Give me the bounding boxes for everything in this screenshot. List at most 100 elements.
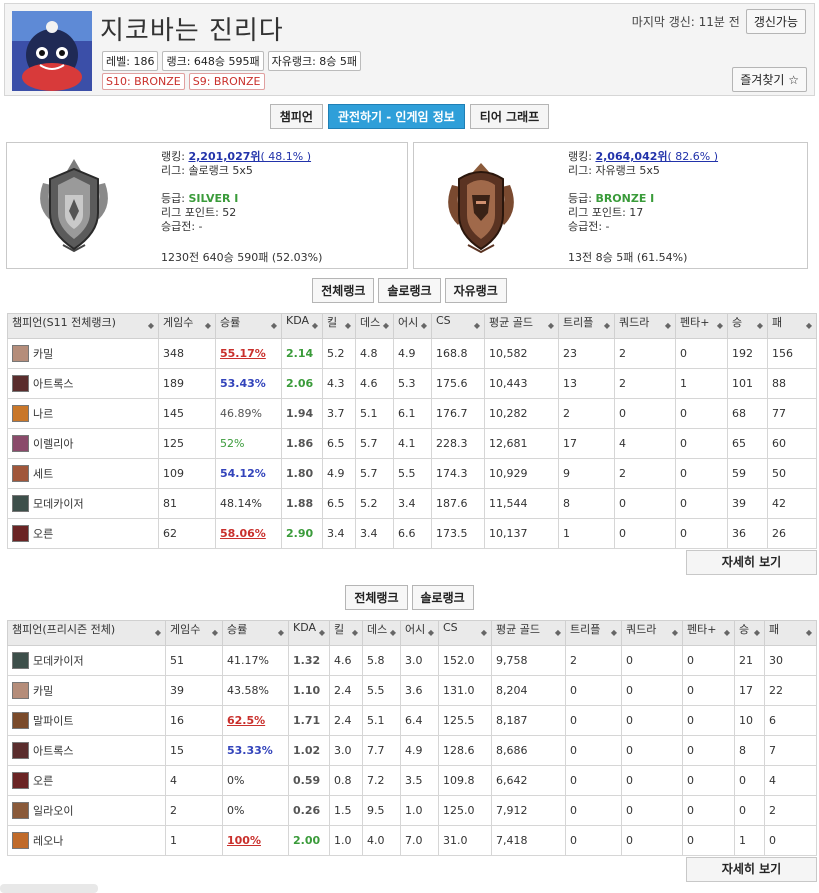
sort-icon[interactable]: ◆ bbox=[278, 622, 284, 645]
champion-cell[interactable]: 아트록스 bbox=[7, 735, 166, 766]
sort-icon[interactable]: ◆ bbox=[312, 315, 318, 338]
column-header[interactable]: 쿼드라 ◆ bbox=[614, 313, 676, 339]
column-header[interactable]: 데스 ◆ bbox=[355, 313, 394, 339]
sort-icon[interactable]: ◆ bbox=[212, 622, 218, 645]
tab-solo-rank[interactable]: 솔로랭크 bbox=[378, 278, 441, 303]
champion-cell[interactable]: 오른 bbox=[7, 518, 159, 549]
sort-icon[interactable]: ◆ bbox=[390, 622, 396, 645]
column-header[interactable]: CS ◆ bbox=[431, 313, 485, 339]
column-header[interactable]: 킬 ◆ bbox=[322, 313, 356, 339]
table-row[interactable]: 일라오이 2 0% 0.26 1.5 9.5 1.0 125.0 7,912 0 0 0 0 2 bbox=[7, 795, 817, 826]
table-row[interactable]: 카밀 39 43.58% 1.10 2.4 5.5 3.6 131.0 8,204 0 0 0 17 22 bbox=[7, 675, 817, 706]
column-header[interactable]: 승률 ◆ bbox=[222, 620, 289, 646]
column-header[interactable]: 승 ◆ bbox=[727, 313, 768, 339]
refresh-button[interactable]: 갱신가능 bbox=[745, 9, 806, 34]
more-button-preseason[interactable]: 자세히 보기 bbox=[686, 857, 817, 882]
sort-icon[interactable]: ◆ bbox=[611, 622, 617, 645]
sort-icon[interactable]: ◆ bbox=[345, 315, 351, 338]
horizontal-scrollbar[interactable] bbox=[0, 884, 98, 893]
sort-icon[interactable]: ◆ bbox=[604, 315, 610, 338]
sort-icon[interactable]: ◆ bbox=[383, 315, 389, 338]
sort-icon[interactable]: ◆ bbox=[806, 315, 812, 338]
column-header[interactable]: 어시 ◆ bbox=[400, 620, 439, 646]
solo-ranking-link[interactable]: 2,201,027위 bbox=[188, 150, 260, 163]
champion-cell[interactable]: 아트록스 bbox=[7, 368, 159, 399]
sort-icon[interactable]: ◆ bbox=[205, 315, 211, 338]
sort-icon[interactable]: ◆ bbox=[672, 622, 678, 645]
sort-icon[interactable]: ◆ bbox=[754, 622, 760, 645]
tab-solo-rank-pre[interactable]: 솔로랭크 bbox=[411, 585, 474, 610]
table-row[interactable]: 말파이트 16 62.5% 1.71 2.4 5.1 6.4 125.5 8,187 0 0 0 10 6 bbox=[7, 705, 817, 736]
sort-icon[interactable]: ◆ bbox=[724, 622, 730, 645]
column-header[interactable]: 패 ◆ bbox=[764, 620, 817, 646]
sort-icon[interactable]: ◆ bbox=[665, 315, 671, 338]
column-header[interactable]: 챔피언(S11 전체랭크) ◆ bbox=[7, 313, 159, 339]
sort-icon[interactable]: ◆ bbox=[428, 622, 434, 645]
column-header[interactable]: 승률 ◆ bbox=[215, 313, 282, 339]
table-row[interactable]: 레오나 1 100% 2.00 1.0 4.0 7.0 31.0 7,418 0 0 0 1 0 bbox=[7, 825, 817, 856]
favorite-button[interactable]: 즐겨찾기 ☆ bbox=[732, 67, 807, 92]
sort-icon[interactable]: ◆ bbox=[148, 315, 154, 338]
sort-icon[interactable]: ◆ bbox=[481, 622, 487, 645]
table-row[interactable]: 이렐리아 125 52% 1.86 6.5 5.7 4.1 228.3 12,681 17 4 0 65… bbox=[7, 428, 817, 459]
column-header[interactable]: KDA ◆ bbox=[288, 620, 330, 646]
column-header[interactable]: 어시 ◆ bbox=[393, 313, 432, 339]
sort-icon[interactable]: ◆ bbox=[319, 622, 325, 645]
column-header[interactable]: KDA ◆ bbox=[281, 313, 323, 339]
column-header[interactable]: 승 ◆ bbox=[734, 620, 765, 646]
champion-cell[interactable]: 나르 bbox=[7, 398, 159, 429]
champion-cell[interactable]: 오른 bbox=[7, 765, 166, 796]
more-button-season[interactable]: 자세히 보기 bbox=[686, 550, 817, 575]
column-header[interactable]: CS ◆ bbox=[438, 620, 492, 646]
tab-all-rank-pre[interactable]: 전체랭크 bbox=[345, 585, 408, 610]
champion-cell[interactable]: 카밀 bbox=[7, 675, 166, 706]
sort-icon[interactable]: ◆ bbox=[757, 315, 763, 338]
tab-champion[interactable]: 챔피언 bbox=[269, 104, 323, 129]
table-row[interactable]: 모데카이저 51 41.17% 1.32 4.6 5.8 3.0 152.0 9,758 2 0 0 2… bbox=[7, 645, 817, 676]
column-header[interactable]: 평균 골드 ◆ bbox=[484, 313, 559, 339]
flex-ranking-link[interactable]: 2,064,042위 bbox=[595, 150, 667, 163]
sort-icon[interactable]: ◆ bbox=[474, 315, 480, 338]
table-row[interactable]: 아트록스 15 53.33% 1.02 3.0 7.7 4.9 128.6 8,686 0 0 0 8 7 bbox=[7, 735, 817, 766]
column-header[interactable]: 평균 골드 ◆ bbox=[491, 620, 566, 646]
column-header[interactable]: 펜타+ ◆ bbox=[682, 620, 735, 646]
sort-icon[interactable]: ◆ bbox=[548, 315, 554, 338]
champion-cell[interactable]: 이렐리아 bbox=[7, 428, 159, 459]
column-header[interactable]: 데스 ◆ bbox=[362, 620, 401, 646]
sort-icon[interactable]: ◆ bbox=[271, 315, 277, 338]
champion-cell[interactable]: 모데카이저 bbox=[7, 645, 166, 676]
column-header[interactable]: 게임수 ◆ bbox=[158, 313, 216, 339]
column-header[interactable]: 게임수 ◆ bbox=[165, 620, 223, 646]
tab-flex-rank[interactable]: 자유랭크 bbox=[444, 278, 507, 303]
champion-cell[interactable]: 카밀 bbox=[7, 338, 159, 369]
sort-icon[interactable]: ◆ bbox=[555, 622, 561, 645]
column-header[interactable]: 펜타+ ◆ bbox=[675, 313, 728, 339]
tab-all-rank[interactable]: 전체랭크 bbox=[312, 278, 375, 303]
champion-cell[interactable]: 모데카이저 bbox=[7, 488, 159, 519]
column-header[interactable]: 챔피언(프리시즌 전체) ◆ bbox=[7, 620, 166, 646]
sort-icon[interactable]: ◆ bbox=[717, 315, 723, 338]
sort-icon[interactable]: ◆ bbox=[806, 622, 812, 645]
sort-icon[interactable]: ◆ bbox=[155, 622, 161, 645]
table-row[interactable]: 카밀 348 55.17% 2.14 5.2 4.8 4.9 168.8 10,582 23 2 0 1… bbox=[7, 338, 817, 369]
table-row[interactable]: 오른 62 58.06% 2.90 3.4 3.4 6.6 173.5 10,137 1 0 0 36 2… bbox=[7, 518, 817, 549]
column-header[interactable]: 패 ◆ bbox=[767, 313, 817, 339]
column-header[interactable]: 트리플 ◆ bbox=[565, 620, 622, 646]
flex-ranking-pct[interactable]: ( 82.6% ) bbox=[668, 150, 719, 163]
sort-icon[interactable]: ◆ bbox=[421, 315, 427, 338]
table-row[interactable]: 아트록스 189 53.43% 2.06 4.3 4.6 5.3 175.6 10,443 13 2… bbox=[7, 368, 817, 399]
table-row[interactable]: 세트 109 54.12% 1.80 4.9 5.7 5.5 174.3 10,929 9 2 0 59… bbox=[7, 458, 817, 489]
champion-cell[interactable]: 말파이트 bbox=[7, 705, 166, 736]
tab-tier-graph[interactable]: 티어 그래프 bbox=[469, 104, 550, 129]
tab-spectate[interactable]: 관전하기 - 인게임 정보 bbox=[327, 104, 465, 129]
table-row[interactable]: 오른 4 0% 0.59 0.8 7.2 3.5 109.8 6,642 0 0 0 0 4 bbox=[7, 765, 817, 796]
table-row[interactable]: 나르 145 46.89% 1.94 3.7 5.1 6.1 176.7 10,282 2 0 0 68… bbox=[7, 398, 817, 429]
column-header[interactable]: 쿼드라 ◆ bbox=[621, 620, 683, 646]
champion-cell[interactable]: 레오나 bbox=[7, 825, 166, 856]
sort-icon[interactable]: ◆ bbox=[352, 622, 358, 645]
solo-ranking-pct[interactable]: ( 48.1% ) bbox=[261, 150, 312, 163]
champion-cell[interactable]: 세트 bbox=[7, 458, 159, 489]
column-header[interactable]: 트리플 ◆ bbox=[558, 313, 615, 339]
column-header[interactable]: 킬 ◆ bbox=[329, 620, 363, 646]
champion-cell[interactable]: 일라오이 bbox=[7, 795, 166, 826]
